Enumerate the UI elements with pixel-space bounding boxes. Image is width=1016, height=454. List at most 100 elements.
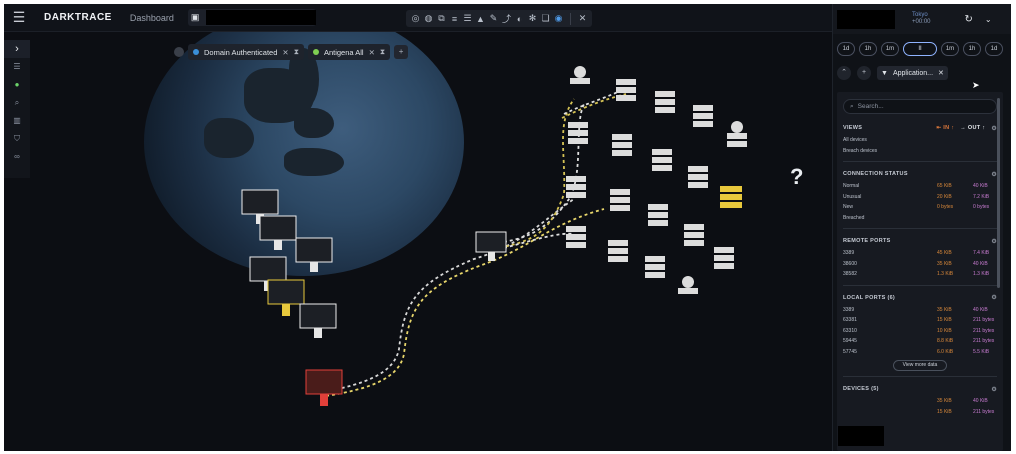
chat-icon[interactable]: ❏ — [541, 13, 550, 24]
app-window: ? ☰ DARKTRACE Dashboard ▣ ◎ ◍ ⧉ ≡ ☰ ▲ ✎ … — [4, 4, 1011, 451]
search-input[interactable]: ⌕ Search... — [843, 99, 997, 114]
add-icon[interactable]: + — [857, 66, 871, 80]
scrollbar[interactable] — [997, 98, 1000, 288]
table-row[interactable]: Unusual 20 KiB 7.2 KiB — [843, 192, 997, 203]
in-out-toggle[interactable]: ⇤ IN ↑ → OUT ↑ — [937, 125, 986, 131]
network-graph[interactable] — [4, 4, 832, 451]
section-title: LOCAL PORTS (6) — [843, 294, 896, 301]
device-search-box[interactable]: ▣ — [187, 9, 316, 26]
server-node[interactable] — [714, 247, 734, 269]
menu-icon[interactable]: ☰ — [4, 9, 34, 26]
device-node-highlighted[interactable] — [267, 279, 305, 316]
table-row[interactable]: 3389 35 KiB 40 KiB — [843, 305, 997, 316]
antigena-icon[interactable]: ● — [4, 76, 30, 94]
add-filter-button[interactable]: + — [394, 45, 409, 59]
devices-icon[interactable]: ⧉ — [437, 13, 446, 24]
server-node[interactable] — [688, 166, 708, 188]
endpoint-node[interactable] — [570, 66, 590, 84]
search-icon[interactable]: ⌕ — [4, 94, 30, 112]
timezone[interactable]: Tokyo +00:00 — [912, 12, 931, 26]
application-filter-chip[interactable]: ▼ Application... ✕ — [877, 66, 948, 80]
endpoint-node[interactable] — [727, 121, 747, 147]
filter-icon[interactable]: ☰ — [4, 58, 30, 76]
table-row[interactable]: 63310 10 KiB 211 bytes — [843, 326, 997, 337]
settings-icon[interactable]: ⚙ — [991, 294, 997, 301]
server-node[interactable] — [616, 79, 636, 101]
filter-chip-antigena-all[interactable]: Antigena All ✕ ⧗ — [307, 44, 391, 60]
server-node[interactable] — [610, 189, 630, 211]
table-row[interactable]: 63381 15 KiB 211 bytes — [843, 315, 997, 326]
forward-1h-button[interactable]: 1h — [963, 42, 981, 56]
rewind-1m-button[interactable]: 1m — [881, 42, 899, 56]
trend-icon[interactable]: ⤴ — [502, 12, 511, 25]
database-icon[interactable]: ≡ — [450, 14, 459, 24]
device-node[interactable] — [299, 303, 337, 338]
rewind-1d-button[interactable]: 1d — [837, 42, 855, 56]
server-node-highlighted[interactable] — [720, 186, 742, 208]
server-node[interactable] — [648, 204, 668, 226]
view-more-button[interactable]: View more data — [893, 360, 947, 371]
shield-icon[interactable]: ⛉ — [4, 130, 30, 148]
filter-toggle[interactable] — [174, 47, 184, 57]
chart-icon[interactable]: ▥ — [4, 112, 30, 130]
forward-1d-button[interactable]: 1d — [985, 42, 1003, 56]
table-row[interactable]: 15 KiB 211 bytes — [843, 407, 997, 418]
server-node[interactable] — [568, 122, 588, 144]
remove-icon[interactable]: ✕ — [282, 48, 288, 57]
server-node[interactable] — [693, 105, 713, 127]
funnel-icon[interactable]: ⧗ — [380, 47, 385, 57]
network-icon[interactable]: ◉ — [554, 13, 563, 24]
activity-icon[interactable]: ∞ — [4, 148, 30, 166]
server-node[interactable] — [566, 176, 586, 198]
close-icon[interactable]: ✕ — [578, 13, 587, 24]
eye-scan-icon[interactable]: ◎ — [411, 13, 420, 24]
server-node[interactable] — [684, 224, 704, 246]
remove-icon[interactable]: ✕ — [369, 48, 375, 57]
alert-icon[interactable]: ▲ — [476, 14, 485, 24]
filter-chip-domain-authenticated[interactable]: Domain Authenticated ✕ ⧗ — [188, 44, 304, 60]
list-icon[interactable]: ☰ — [463, 13, 472, 24]
server-node[interactable] — [608, 240, 628, 262]
list-item[interactable]: Breach devices — [843, 146, 997, 157]
server-node[interactable] — [566, 226, 586, 248]
funnel-icon[interactable]: ⧗ — [294, 47, 299, 57]
globe-icon[interactable]: ◍ — [424, 13, 433, 24]
rewind-1h-button[interactable]: 1h — [859, 42, 877, 56]
pen-icon[interactable]: ✎ — [489, 13, 498, 24]
settings-icon[interactable]: ⚙ — [991, 386, 997, 393]
close-icon[interactable]: ✕ — [938, 69, 944, 77]
server-node[interactable] — [645, 256, 665, 278]
device-node[interactable] — [259, 215, 297, 250]
table-row[interactable]: 3389 45 KiB 7.4 KiB — [843, 248, 997, 259]
tag-icon — [312, 49, 319, 55]
collapse-icon[interactable]: ⌃ — [837, 66, 851, 80]
table-row[interactable]: New 0 bytes 0 bytes — [843, 202, 997, 213]
views-section: VIEWS ⇤ IN ↑ → OUT ↑ ⚙ All devices Breach… — [837, 121, 1003, 156]
table-row[interactable]: 57745 6.0 KiB 5.5 KiB — [843, 347, 997, 358]
chevron-down-icon[interactable]: ⌄ — [985, 15, 992, 24]
unknown-endpoint-icon[interactable]: ? — [790, 164, 803, 190]
table-row[interactable]: Normal 65 KiB 40 KiB — [843, 181, 997, 192]
pause-button[interactable]: II — [903, 42, 937, 56]
endpoint-node[interactable] — [678, 276, 698, 294]
device-node[interactable] — [295, 237, 333, 272]
table-row[interactable]: 38582 1.3 KiB 1.3 KiB — [843, 269, 997, 280]
server-node[interactable] — [612, 134, 632, 156]
table-row[interactable]: 59445 8.8 KiB 211 bytes — [843, 336, 997, 347]
refresh-icon[interactable]: ↻ — [965, 14, 973, 25]
breadcrumb-dashboard[interactable]: Dashboard — [130, 13, 174, 23]
expand-chevron-icon[interactable]: › — [4, 40, 30, 58]
table-row[interactable]: 35 KiB 40 KiB — [843, 396, 997, 407]
redacted-field — [837, 9, 895, 29]
tool-icon[interactable]: ✻ — [528, 13, 537, 24]
list-item[interactable]: All devices — [843, 135, 997, 146]
server-node[interactable] — [652, 149, 672, 171]
shield-icon[interactable]: ◐ — [515, 14, 524, 24]
table-row[interactable]: Breached — [843, 213, 997, 224]
device-node-breach[interactable] — [305, 369, 343, 406]
forward-1m-button[interactable]: 1m — [941, 42, 959, 56]
toolbar: ◎ ◍ ⧉ ≡ ☰ ▲ ✎ ⤴ ◐ ✻ ❏ ◉ ✕ — [406, 10, 592, 27]
table-row[interactable]: 38600 35 KiB 40 KiB — [843, 259, 997, 270]
left-rail: › ☰ ● ⌕ ▥ ⛉ ∞ — [4, 40, 30, 178]
server-node[interactable] — [655, 91, 675, 113]
